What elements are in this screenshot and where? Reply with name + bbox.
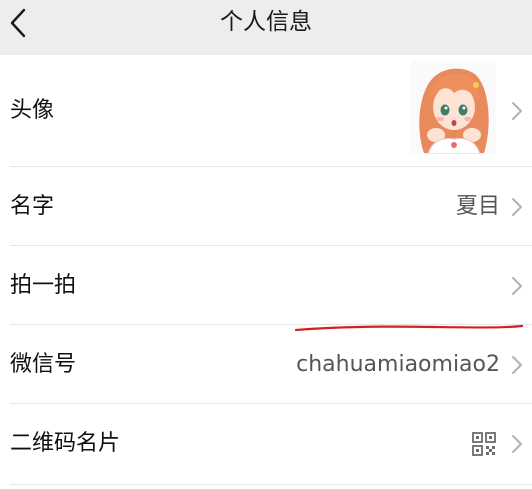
row-avatar-label: 头像 — [10, 98, 55, 123]
red-underline-annotation — [294, 324, 524, 332]
row-qr-code[interactable]: 二维码名片 — [0, 404, 532, 484]
divider — [10, 484, 532, 485]
row-avatar[interactable]: 头像 — [0, 55, 532, 166]
header-bar: 个人信息 — [0, 0, 532, 55]
row-wechat-id[interactable]: 微信号 chahuamiaomiao2 — [0, 325, 532, 403]
chevron-right-icon — [512, 198, 522, 216]
row-name-value: 夏目 — [455, 194, 500, 219]
row-pat[interactable]: 拍一拍 — [0, 246, 532, 324]
row-name[interactable]: 名字 夏目 — [0, 167, 532, 245]
avatar[interactable] — [410, 61, 496, 154]
row-wechat-id-label: 微信号 — [10, 352, 77, 377]
chevron-right-icon — [512, 435, 522, 453]
row-pat-label: 拍一拍 — [10, 273, 77, 298]
qr-code-icon — [472, 432, 496, 456]
chevron-right-icon — [512, 277, 522, 295]
row-qr-code-label: 二维码名片 — [10, 431, 121, 456]
page-title: 个人信息 — [220, 9, 312, 35]
chevron-right-icon — [512, 102, 522, 120]
row-wechat-id-value: chahuamiaomiao2 — [296, 352, 500, 377]
row-name-label: 名字 — [10, 194, 55, 219]
profile-info-list: 头像 名字 夏目 拍一拍 微信号 chahuamiaomiao2 二维码名片 — [0, 55, 532, 489]
chevron-right-icon — [512, 356, 522, 374]
